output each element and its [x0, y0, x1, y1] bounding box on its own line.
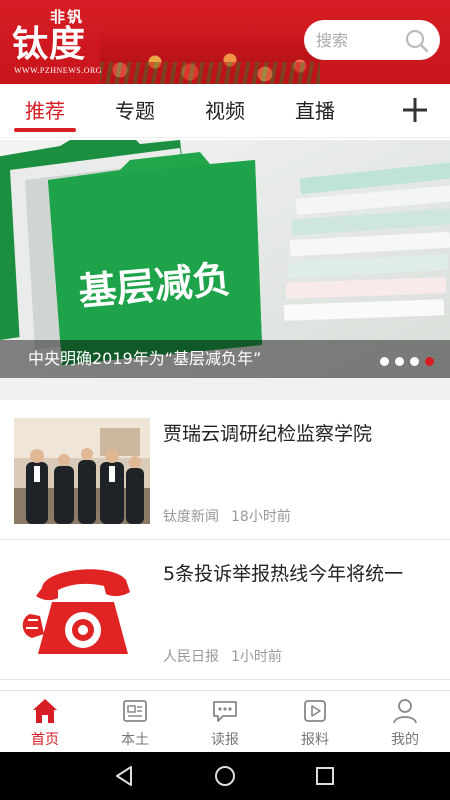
logo-url: WWW.PZHNEWS.ORG [14, 66, 103, 75]
news-thumbnail [14, 418, 150, 524]
local-news-icon [123, 700, 147, 722]
carousel-dot[interactable] [410, 357, 419, 366]
search-icon[interactable] [404, 28, 430, 54]
news-title[interactable]: 5条投诉举报热线今年将统一 [163, 560, 438, 588]
app-header: 非钒 钛度 WWW.PZHNEWS.ORG [0, 0, 450, 84]
carousel-dot[interactable] [380, 357, 389, 366]
carousel-indicator [380, 357, 434, 366]
news-time: 18小时前 [231, 509, 291, 525]
telephone-icon [14, 558, 150, 664]
meeting-photo [14, 418, 150, 524]
search-input[interactable] [316, 30, 402, 50]
nav-mine-label: 我的 [391, 732, 419, 748]
tab-topics[interactable]: 专题 [104, 84, 166, 138]
nav-report-label: 报料 [301, 732, 329, 748]
nav-report[interactable]: 报料 [270, 691, 360, 752]
header-flower-decoration [100, 30, 320, 84]
logo-main-text: 钛度 [12, 23, 87, 65]
nav-read-label: 读报 [211, 732, 239, 748]
tab-video[interactable]: 视频 [194, 84, 256, 138]
active-tab-indicator [14, 128, 76, 132]
home-circle-icon[interactable] [213, 764, 237, 788]
profile-icon [393, 699, 417, 724]
news-time: 1小时前 [231, 649, 282, 665]
nav-local[interactable]: 本土 [90, 691, 180, 752]
report-video-icon [304, 700, 326, 722]
carousel-dot[interactable] [395, 357, 404, 366]
news-source: 钛度新闻 [163, 509, 219, 525]
nav-local-label: 本土 [121, 732, 149, 748]
section-divider [0, 378, 450, 400]
add-channel-icon[interactable] [402, 97, 428, 123]
nav-home[interactable]: 首页 [0, 691, 90, 752]
news-title[interactable]: 贾瑞云调研纪检监察学院 [163, 420, 438, 448]
recent-apps-icon[interactable] [313, 764, 337, 788]
news-thumbnail [14, 558, 150, 664]
news-source: 人民日报 [163, 649, 219, 665]
bottom-navigation: 首页 本土 读报 报料 我的 [0, 690, 450, 752]
nav-read[interactable]: 读报 [180, 691, 270, 752]
featured-banner[interactable]: 基层减负 中央明确2019年为“基层减负年” [0, 140, 450, 378]
nav-mine[interactable]: 我的 [360, 691, 450, 752]
news-meta: 人民日报 1小时前 [163, 646, 282, 666]
news-item[interactable]: 5条投诉举报热线今年将统一 人民日报 1小时前 [0, 542, 450, 680]
carousel-dot-active[interactable] [425, 357, 434, 366]
read-paper-icon [213, 701, 237, 722]
tab-live[interactable]: 直播 [284, 84, 346, 138]
news-item[interactable]: 贾瑞云调研纪检监察学院 钛度新闻 18小时前 [0, 402, 450, 540]
nav-home-label: 首页 [31, 732, 59, 748]
search-box[interactable] [304, 20, 440, 60]
home-icon [33, 699, 57, 723]
news-meta: 钛度新闻 18小时前 [163, 506, 291, 526]
system-navigation-bar [0, 752, 450, 800]
back-icon[interactable] [112, 764, 136, 788]
app-logo: 非钒 钛度 WWW.PZHNEWS.ORG [12, 6, 104, 78]
